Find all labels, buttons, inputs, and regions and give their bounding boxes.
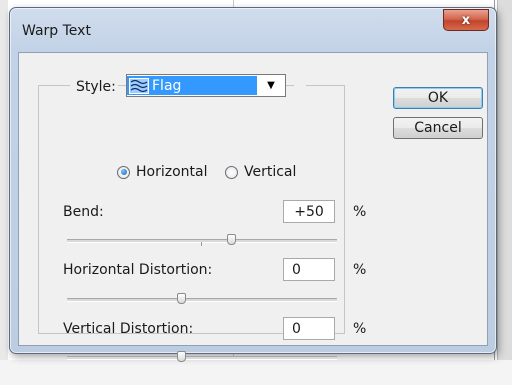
style-selected-text: Flag [152, 77, 182, 94]
close-button[interactable]: x [443, 9, 489, 31]
ok-button[interactable]: OK [393, 87, 483, 109]
vertical-distortion-slider-track[interactable] [67, 356, 337, 360]
vertical-distortion-input[interactable]: 0 [283, 317, 335, 340]
horizontal-distortion-slider-thumb[interactable] [177, 293, 186, 304]
radio-vertical-label: Vertical [244, 164, 297, 180]
bend-slider-center-tick [201, 242, 202, 246]
style-dropdown[interactable]: Flag ▼ [126, 74, 286, 97]
chevron-down-icon[interactable]: ▼ [257, 80, 285, 91]
warp-text-dialog: Warp Text x Style: Flag ▼ Horizontal Ver… [9, 7, 497, 362]
radio-vertical-dot[interactable] [225, 165, 238, 179]
bend-slider-track[interactable] [67, 239, 337, 243]
bend-label: Bend: [63, 204, 104, 220]
background-app-left [0, 0, 8, 385]
bend-value: +50 [294, 203, 324, 220]
vertical-distortion-value: 0 [292, 320, 301, 337]
vertical-distortion-label: Vertical Distortion: [63, 321, 194, 337]
horizontal-distortion-value: 0 [292, 261, 301, 278]
dialog-client-area: Style: Flag ▼ Horizontal Vertical Bend: … [18, 52, 488, 362]
horizontal-distortion-slider-track[interactable] [67, 298, 337, 302]
dialog-title: Warp Text [22, 23, 91, 39]
horizontal-distortion-label: Horizontal Distortion: [63, 262, 213, 278]
horizontal-distortion-input[interactable]: 0 [283, 258, 335, 281]
bend-unit: % [353, 204, 367, 220]
group-box-gap [294, 84, 306, 87]
bend-slider-thumb[interactable] [227, 234, 236, 245]
bend-input[interactable]: +50 [283, 200, 335, 223]
radio-vertical[interactable]: Vertical [225, 164, 296, 180]
background-scrollbar[interactable] [497, 0, 512, 385]
style-label: Style: [70, 79, 118, 95]
vertical-distortion-unit: % [353, 321, 367, 337]
flag-warp-icon [129, 77, 149, 94]
vertical-distortion-slider-thumb[interactable] [177, 351, 186, 362]
radio-horizontal-label: Horizontal [136, 164, 208, 180]
cancel-button[interactable]: Cancel [393, 117, 483, 139]
horizontal-distortion-unit: % [353, 262, 367, 278]
radio-horizontal-dot[interactable] [117, 165, 130, 179]
close-icon: x [461, 12, 471, 28]
style-selected-value: Flag [127, 76, 257, 95]
radio-horizontal[interactable]: Horizontal [117, 164, 207, 180]
background-app-bottom [0, 360, 512, 385]
